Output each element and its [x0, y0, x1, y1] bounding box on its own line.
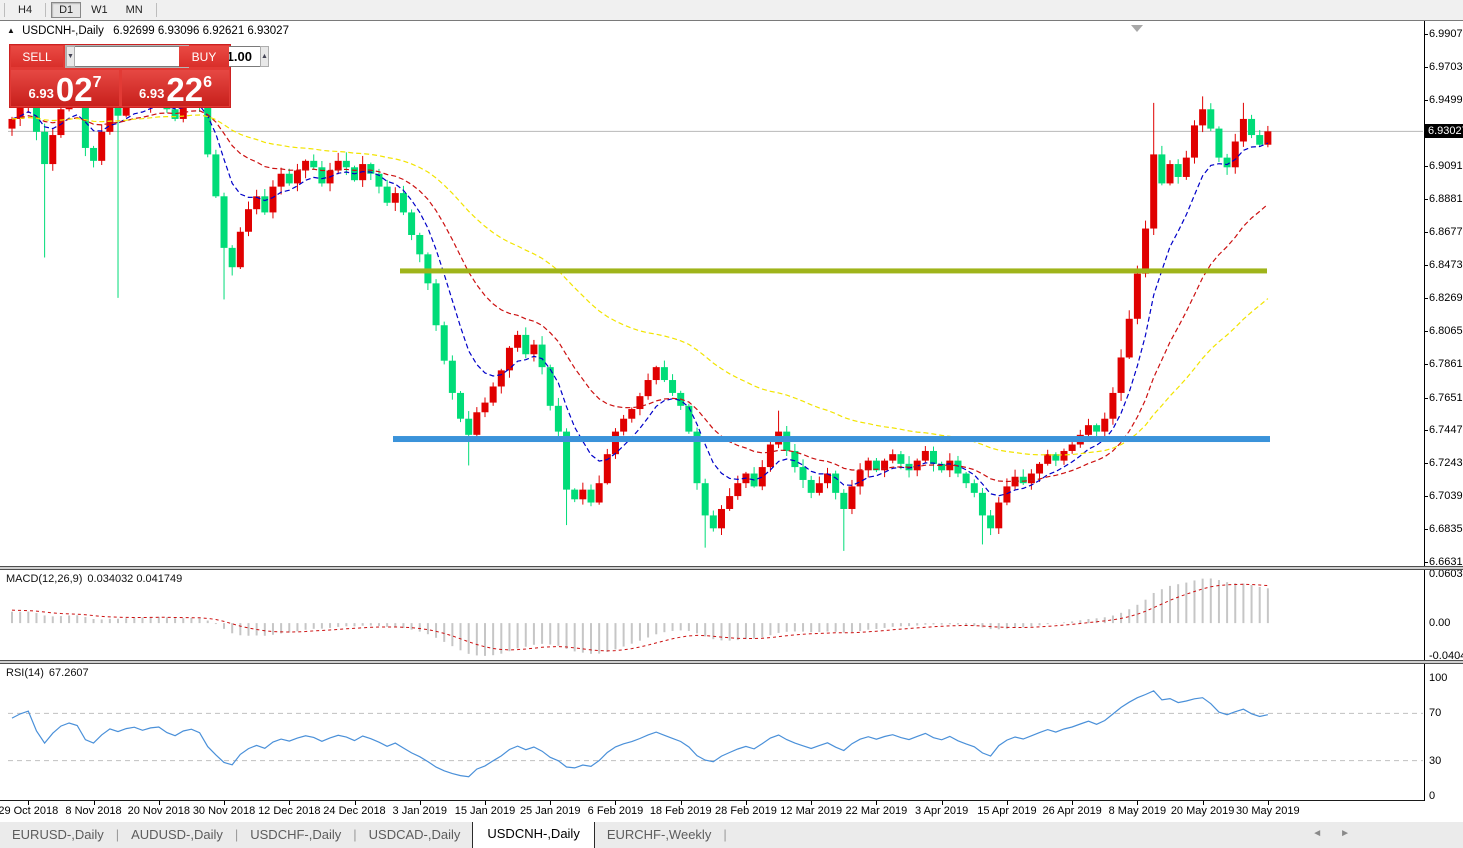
chart-tab-audusddaily[interactable]: AUDUSD-,Daily [119, 823, 235, 848]
price-axis-label: 6.70390 [1424, 490, 1463, 502]
timeframe-button-h4[interactable]: H4 [10, 2, 40, 18]
sell-price-prefix: 6.93 [28, 86, 54, 101]
chart-window: ▲ USDCNH-,Daily 6.92699 6.93096 6.92621 … [0, 20, 1463, 822]
main-chart-panel[interactable]: ▲ USDCNH-,Daily 6.92699 6.93096 6.92621 … [0, 21, 1463, 566]
price-axis-label: 6.82690 [1424, 292, 1463, 304]
price-axis-label: 6.74470 [1424, 424, 1463, 436]
toolbar-divider [4, 3, 5, 17]
price-axis-tick [1424, 463, 1428, 465]
current-price-chip: 6.93027 [1425, 124, 1463, 139]
price-axis-label: 6.97030 [1424, 61, 1463, 73]
chart-tab-usdcaddaily[interactable]: USDCAD-,Daily [357, 823, 473, 848]
price-axis-label: 6.99070 [1424, 28, 1463, 40]
volume-stepper: ▼ ▲ [65, 45, 269, 68]
volume-increase-button[interactable]: ▲ [259, 46, 269, 67]
chart-title-bar: ▲ USDCNH-,Daily 6.92699 6.93096 6.92621 … [7, 25, 289, 37]
collapse-triangle-icon[interactable]: ▲ [7, 26, 15, 35]
chart-tab-eurchfweekly[interactable]: EURCHF-,Weekly [595, 823, 724, 848]
price-axis[interactable]: 6.99070 6.97030 6.94990 6.90910 6.88810 6.867… [1424, 21, 1463, 802]
price-axis-tick [1424, 430, 1428, 432]
volume-decrease-button[interactable]: ▼ [66, 46, 75, 67]
buy-price-pips: 22 [166, 71, 204, 108]
price-axis-tick [1424, 199, 1428, 201]
price-axis-tick [1424, 99, 1428, 101]
price-axis-label: 6.68350 [1424, 523, 1463, 535]
buy-price-button[interactable]: 6.93 22 6 [122, 70, 229, 106]
panel-divider[interactable] [0, 566, 1463, 570]
chart-ohlc-values: 6.92699 6.93096 6.92621 6.93027 [113, 25, 289, 37]
timeframe-button-d1[interactable]: D1 [51, 2, 82, 18]
chart-tab-eurusddaily[interactable]: EURUSD-,Daily [0, 823, 116, 848]
macd-header: MACD(12,26,9) 0.034032 0.041749 [6, 573, 187, 585]
rsi-label: RSI(14) [6, 667, 44, 679]
macd-scale-label: 0.00 [1429, 617, 1451, 630]
price-axis-label: 6.88810 [1424, 193, 1463, 205]
tab-divider: | [723, 827, 727, 842]
rsi-chart-canvas[interactable] [0, 664, 1424, 800]
date-axis-label: 30 May 2019 [1236, 805, 1300, 817]
tab-scroll-right-icon[interactable]: ► [1340, 828, 1368, 839]
price-axis-label: 6.90910 [1424, 160, 1463, 172]
price-axis-tick [1424, 397, 1428, 399]
trade-widget-header: SELL ▼ ▲ BUY [10, 45, 269, 68]
buy-price-prefix: 6.93 [139, 86, 165, 101]
price-axis-label: 6.76510 [1424, 392, 1463, 404]
price-axis-tick [1424, 298, 1428, 299]
price-axis-tick [1424, 165, 1428, 167]
timeframe-toolbar: H4 D1 W1 MN [0, 0, 1463, 21]
macd-panel[interactable]: MACD(12,26,9) 0.034032 0.041749 [0, 570, 1463, 660]
price-axis-label: 6.80650 [1424, 325, 1463, 337]
one-click-trading-panel: SELL ▼ ▲ BUY 6.93 02 7 6.93 22 6 [10, 45, 269, 107]
macd-values: 0.034032 0.041749 [87, 573, 183, 585]
rsi-scale-label: 70 [1429, 707, 1442, 720]
rsi-scale-label: 30 [1429, 754, 1442, 767]
toolbar-divider [155, 3, 157, 17]
rsi-header: RSI(14) 67.2607 [6, 667, 94, 679]
tab-scroll-left-icon[interactable]: ◄ [1312, 828, 1340, 839]
timeframe-button-mn[interactable]: MN [118, 2, 151, 18]
timeframe-button-w1[interactable]: W1 [83, 2, 116, 18]
chart-tab-bar: EURUSD-,Daily | AUDUSD-,Daily | USDCHF-,Dail… [0, 820, 1463, 848]
price-axis-label: 6.84730 [1424, 259, 1463, 271]
price-axis-tick [1424, 66, 1428, 68]
rsi-panel[interactable]: RSI(14) 67.2607 [0, 664, 1463, 800]
price-axis-label: 6.86770 [1424, 226, 1463, 238]
date-axis[interactable]: 29 Oct 2018 8 Nov 2018 20 Nov 2018 30 Nov 2… [0, 800, 1463, 822]
sell-price-point: 7 [92, 74, 102, 91]
price-axis-tick [1424, 232, 1428, 234]
rsi-value: 67.2607 [48, 667, 89, 679]
price-axis-tick [1424, 496, 1428, 498]
chart-symbol-period: USDCNH-,Daily [22, 25, 104, 37]
chart-tab-usdchfdaily[interactable]: USDCHF-,Daily [238, 823, 353, 848]
price-axis-tick [1424, 529, 1428, 531]
sell-price-pips: 02 [55, 71, 93, 108]
buy-button[interactable]: BUY [179, 46, 229, 67]
price-axis-tick [1424, 34, 1428, 35]
price-axis-tick [1424, 363, 1428, 365]
price-axis-tick [1424, 562, 1428, 563]
panel-divider[interactable] [0, 660, 1463, 664]
price-axis-label: 6.72430 [1424, 457, 1463, 469]
mt4-window: H4 D1 W1 MN ▲ USDCNH-,Daily 6.92699 6.93096… [0, 0, 1463, 848]
rsi-scale-label: 0 [1429, 790, 1436, 802]
price-axis-label: 6.78610 [1424, 358, 1463, 370]
chart-tab-usdcnhdaily[interactable]: USDCNH-,Daily [472, 820, 595, 848]
volume-input[interactable] [74, 46, 260, 67]
price-axis-tick [1424, 330, 1428, 332]
rsi-scale-label: 100 [1429, 672, 1448, 684]
price-axis-tick [1424, 265, 1428, 267]
sell-button[interactable]: SELL [11, 46, 63, 67]
buy-price-point: 6 [203, 74, 212, 91]
macd-chart-canvas[interactable] [0, 570, 1424, 660]
tab-scroll-arrows: ◄► [1312, 828, 1368, 839]
toolbar-divider [45, 3, 47, 17]
price-axis-label: 6.94990 [1424, 94, 1463, 106]
sell-price-button[interactable]: 6.93 02 7 [11, 70, 119, 106]
macd-label: MACD(12,26,9) [6, 573, 83, 585]
